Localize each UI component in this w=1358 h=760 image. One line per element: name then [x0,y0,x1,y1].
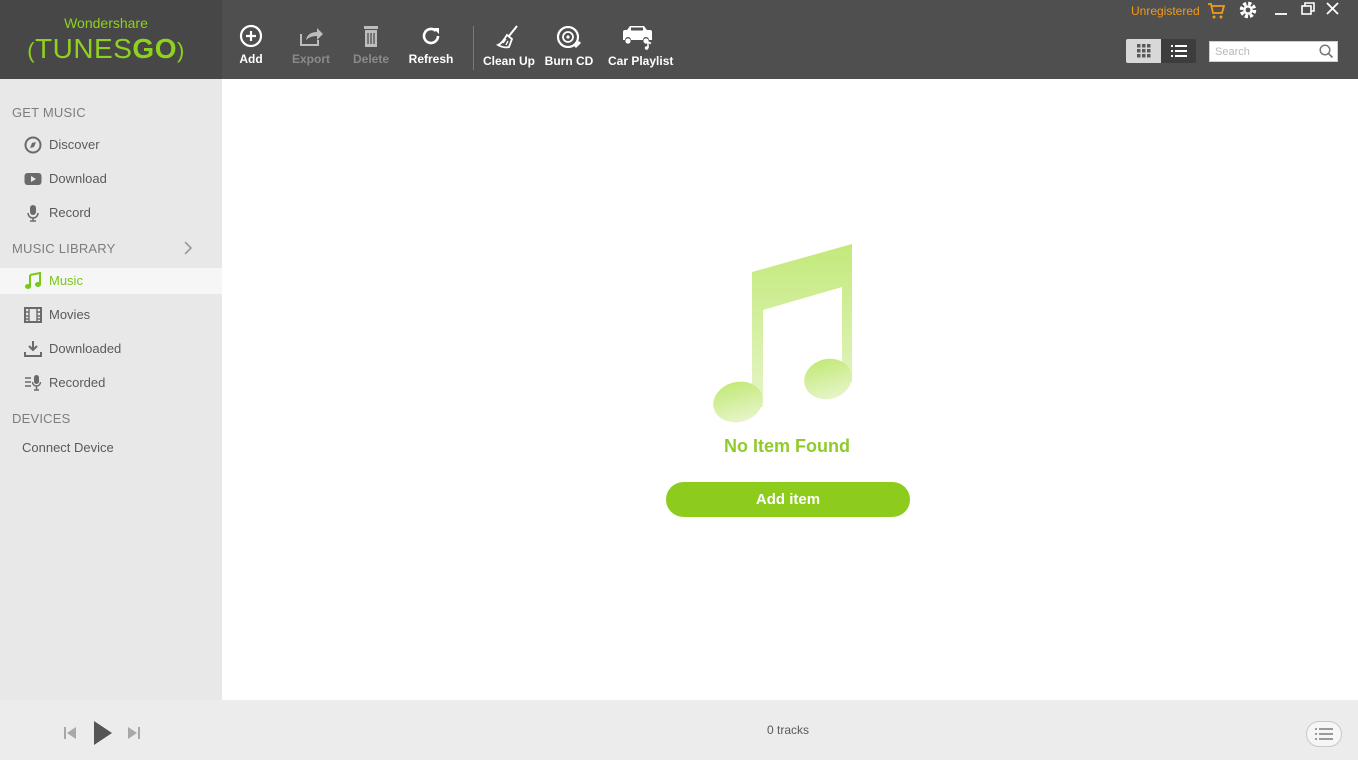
export-label: Export [291,52,330,66]
sidebar-item-label: Recorded [49,375,106,390]
empty-state-title: No Item Found [724,436,850,456]
logo-product: (TUNESGO) [0,33,212,65]
music-library-heading: MUSIC LIBRARY [12,241,116,256]
add-item-button[interactable]: Add item [666,482,910,517]
search-box [1209,41,1338,62]
export-button[interactable]: Export [281,24,341,66]
sidebar-item-label: Movies [49,307,91,322]
delete-label: Delete [352,52,390,66]
sidebar-item-music[interactable]: Music [0,268,222,294]
refresh-button[interactable]: Refresh [401,24,461,66]
clean-up-label: Clean Up [482,54,535,68]
broom-icon [496,25,518,49]
burn-cd-label: Burn CD [544,54,594,68]
film-icon [24,307,42,323]
list-icon [1170,45,1187,57]
view-toggle [1126,39,1196,63]
playlist-icon [1315,728,1333,740]
add-circle-icon [239,24,263,48]
sidebar-item-discover[interactable]: Discover [0,132,222,158]
main-content: No Item Found Add item [222,79,1358,700]
refresh-icon [422,27,440,45]
youtube-icon [24,173,42,185]
app-logo: Wondershare (TUNESGO) [0,0,222,79]
sidebar-item-downloaded[interactable]: Downloaded [0,336,222,362]
toolbar-separator [473,26,474,70]
logo-brand: Wondershare [64,15,148,31]
logo-product-bold: GO [132,33,177,64]
export-icon [300,28,323,46]
minimize-icon[interactable] [1271,1,1291,17]
restore-icon[interactable] [1298,1,1318,17]
list-view-button[interactable] [1161,39,1196,63]
player-bar: 0 tracks [0,700,1358,760]
burn-cd-button[interactable]: Burn CD [539,24,599,68]
sidebar-item-recorded[interactable]: Recorded [0,370,222,396]
devices-heading: DEVICES [12,411,71,426]
connect-device-link[interactable]: Connect Device [22,440,114,455]
music-note-icon [25,272,41,289]
sidebar-item-download[interactable]: Download [0,166,222,192]
sidebar-item-label: Discover [49,137,100,152]
sidebar: GET MUSIC Discover Download Record MUSIC… [0,79,222,700]
recorded-icon [25,375,42,391]
microphone-icon [27,205,39,222]
download-icon [24,341,42,357]
track-count: 0 tracks [766,723,809,737]
sidebar-item-label: Downloaded [49,341,122,356]
search-input[interactable] [1215,44,1315,59]
logo-wave-left: ( [27,38,36,63]
close-icon[interactable] [1323,1,1343,17]
playlist-toggle-button[interactable] [1306,721,1342,747]
search-icon[interactable] [1319,44,1334,59]
music-note-illustration [713,244,852,423]
sidebar-item-label: Record [49,205,91,220]
grid-view-button[interactable] [1126,39,1161,63]
car-playlist-label: Car Playlist [608,54,674,68]
logo-product-light: TUNES [35,33,133,64]
unregistered-link[interactable]: Unregistered [1131,4,1200,18]
car-icon [623,26,652,50]
top-toolbar: Wondershare (TUNESGO) Add Export Delete [0,0,1358,79]
add-button[interactable]: Add [221,24,281,66]
chevron-right-icon[interactable] [182,241,194,255]
trash-icon [364,26,378,47]
sidebar-item-record[interactable]: Record [0,200,222,226]
clean-up-button[interactable]: Clean Up [479,24,539,68]
add-label: Add [239,52,263,66]
grid-icon [1136,44,1150,58]
get-music-heading: GET MUSIC [12,105,86,120]
sidebar-item-label: Music [49,273,83,288]
shopping-cart-icon[interactable] [1207,2,1225,20]
car-playlist-button[interactable]: Car Playlist [608,24,674,68]
logo-wave-right: ) [176,38,185,63]
disc-burn-icon [556,25,581,49]
sidebar-item-movies[interactable]: Movies [0,302,222,328]
refresh-label: Refresh [408,52,454,66]
compass-icon [24,136,42,154]
sidebar-item-label: Download [49,171,107,186]
delete-button[interactable]: Delete [341,24,401,66]
gear-icon[interactable] [1238,0,1258,20]
